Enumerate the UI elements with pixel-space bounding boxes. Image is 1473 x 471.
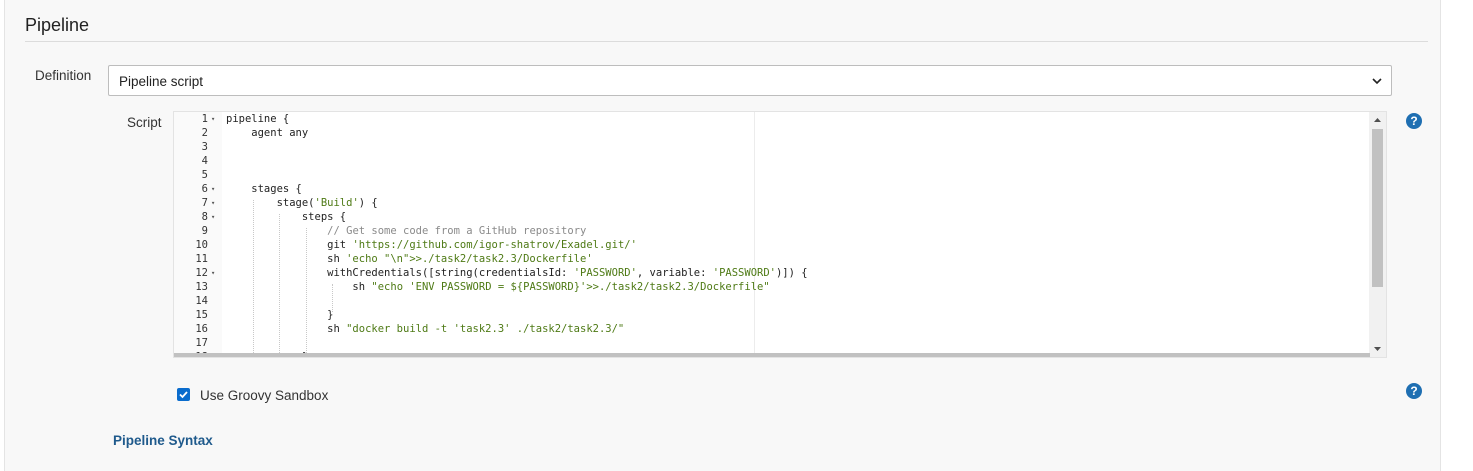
code-line[interactable]: 17	[174, 336, 1370, 350]
script-label: Script	[127, 115, 162, 130]
indent-guide	[306, 228, 307, 357]
pipeline-syntax-link[interactable]: Pipeline Syntax	[113, 433, 213, 448]
fold-toggle-icon[interactable]: ▾	[211, 266, 215, 280]
line-number: 4	[201, 155, 208, 167]
fold-toggle-icon[interactable]: ▾	[211, 196, 215, 210]
fold-toggle-icon[interactable]: ▾	[211, 210, 215, 224]
fold-toggle-icon[interactable]: ▾	[211, 112, 215, 126]
code-line[interactable]: 16 sh "docker build -t 'task2.3' ./task2…	[174, 322, 1370, 336]
code-line[interactable]: 11 sh 'echo "\n">>./task2/task2.3/Docker…	[174, 252, 1370, 266]
checkmark-icon	[179, 391, 188, 399]
code-line[interactable]: 6 ▾ stages {	[174, 182, 1370, 196]
code-text: pipeline {	[226, 113, 290, 125]
script-help-icon[interactable]: ?	[1406, 113, 1422, 129]
line-number: 12	[195, 267, 208, 279]
line-number: 13	[195, 281, 208, 293]
line-number: 7	[201, 197, 208, 209]
code-line[interactable]: 10 git 'https://github.com/igor-shatrov/…	[174, 238, 1370, 252]
section-divider	[25, 41, 1428, 42]
code-line[interactable]: 13 sh "echo 'ENV PASSWORD = ${PASSWORD}'…	[174, 280, 1370, 294]
code-text: stage('Build') {	[226, 197, 378, 209]
indent-guide	[253, 200, 254, 357]
horizontal-scrollbar[interactable]	[174, 353, 1370, 357]
code-text: sh "echo 'ENV PASSWORD = ${PASSWORD}'>>.…	[226, 281, 770, 293]
groovy-sandbox-label[interactable]: Use Groovy Sandbox	[200, 388, 328, 403]
line-number: 6	[201, 183, 208, 195]
code-line[interactable]: 12 ▾ withCredentials([string(credentialsI…	[174, 266, 1370, 280]
line-number: 9	[201, 225, 208, 237]
code-line[interactable]: 5	[174, 168, 1370, 182]
definition-selected-value: Pipeline script	[119, 74, 204, 89]
groovy-sandbox-checkbox[interactable]	[177, 388, 190, 401]
code-text: sh 'echo "\n">>./task2/task2.3/Dockerfil…	[226, 253, 593, 265]
chevron-down-icon	[1372, 78, 1382, 85]
code-line[interactable]: 4	[174, 154, 1370, 168]
line-number: 3	[201, 141, 208, 153]
code-line[interactable]: 3	[174, 140, 1370, 154]
code-line[interactable]: 9 // Get some code from a GitHub reposit…	[174, 224, 1370, 238]
code-text: // Get some code from a GitHub repositor…	[327, 225, 587, 237]
script-editor[interactable]: 1 ▾ pipeline {2 agent any 3 4 5 6 ▾ stages {7 ▾ …	[173, 111, 1387, 358]
fold-toggle-icon[interactable]: ▾	[211, 182, 215, 196]
line-number: 2	[201, 127, 208, 139]
code-line[interactable]: 7 ▾ stage('Build') {	[174, 196, 1370, 210]
line-number: 8	[201, 211, 208, 223]
line-number: 15	[195, 309, 208, 321]
line-number: 16	[195, 323, 208, 335]
scroll-up-arrow-icon[interactable]	[1373, 116, 1382, 125]
scrollbar-thumb[interactable]	[1372, 129, 1383, 287]
code-line[interactable]: 14	[174, 294, 1370, 308]
code-text: steps {	[226, 211, 347, 223]
code-line[interactable]: 8 ▾ steps {	[174, 210, 1370, 224]
code-line[interactable]: 1 ▾ pipeline {	[174, 112, 1370, 126]
indent-guide	[332, 284, 333, 312]
sandbox-help-icon[interactable]: ?	[1406, 383, 1422, 399]
line-number: 14	[195, 295, 208, 307]
definition-select[interactable]: Pipeline script	[108, 65, 1392, 96]
code-text: withCredentials([string(credentialsId: '…	[226, 267, 808, 279]
line-number: 5	[201, 169, 208, 181]
line-number: 10	[195, 239, 208, 251]
code-text: agent any	[226, 127, 309, 139]
indent-guide	[279, 214, 280, 357]
line-number: 1	[201, 113, 208, 125]
vertical-scrollbar[interactable]	[1369, 112, 1386, 357]
code-text: sh "docker build -t 'task2.3' ./task2/ta…	[226, 323, 625, 335]
line-number: 17	[195, 337, 208, 349]
code-line[interactable]: 2 agent any	[174, 126, 1370, 140]
code-line[interactable]: 15 }	[174, 308, 1370, 322]
line-number: 11	[195, 253, 208, 265]
code-text: stages {	[226, 183, 302, 195]
code-text: git 'https://github.com/igor-shatrov/Exa…	[226, 239, 637, 251]
section-title: Pipeline	[25, 15, 90, 35]
definition-label: Definition	[35, 68, 92, 83]
scroll-down-arrow-icon[interactable]	[1373, 344, 1382, 353]
